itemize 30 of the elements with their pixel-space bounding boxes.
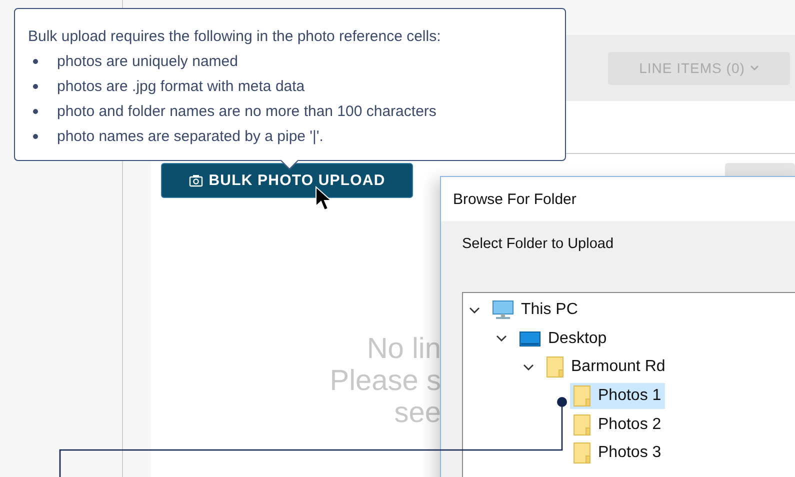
bullet-icon	[33, 109, 38, 114]
tree-item[interactable]: This PC	[489, 298, 582, 322]
tree-item[interactable]: Photos 3	[570, 440, 666, 466]
computer-icon	[492, 300, 514, 320]
folder-icon	[573, 385, 591, 408]
tooltip-rule: photos are .jpg format with meta data	[57, 77, 305, 97]
tooltip-rule: photos are uniquely named	[57, 52, 238, 72]
mouse-cursor-icon	[315, 186, 333, 212]
bullet-icon	[33, 84, 38, 89]
desktop-icon	[519, 330, 541, 348]
folder-icon	[573, 414, 591, 436]
tree-item[interactable]: Photos 1	[570, 383, 666, 410]
camera-icon	[188, 174, 203, 187]
caret-icon	[750, 65, 759, 71]
bullet-icon	[33, 134, 38, 139]
tooltip-text: Bulk upload requires the following in the photo reference cells:	[28, 27, 442, 47]
tooltip-rule: photo names are separated by a pipe '|'.	[57, 127, 324, 147]
chevron-icon[interactable]	[469, 306, 480, 314]
tooltip-rule: photo and folder names are no more than 100 characters	[57, 102, 436, 122]
tree-item[interactable]: Photos 2	[570, 412, 666, 438]
folder-icon	[546, 356, 564, 378]
tree-item[interactable]: Barmount Rd	[543, 354, 670, 380]
folder-icon	[573, 442, 591, 464]
chevron-icon[interactable]	[496, 335, 507, 342]
chevron-icon[interactable]	[523, 364, 534, 371]
bullet-icon	[33, 59, 38, 64]
tree-item[interactable]: Desktop	[516, 328, 611, 350]
dialog-prompt: Select Folder to Upload	[462, 236, 615, 252]
dialog-title: Browse For Folder	[453, 190, 576, 208]
bulk-photo-upload-button[interactable]: BULK PHOTO UPLOAD	[161, 163, 413, 198]
